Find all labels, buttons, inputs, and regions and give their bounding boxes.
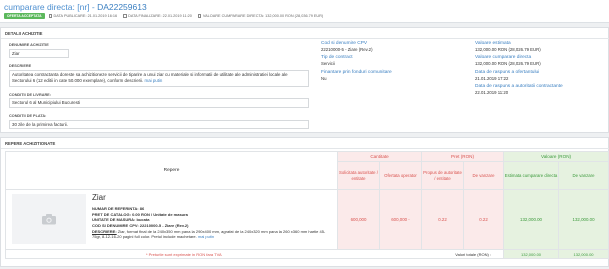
total-sale: 132,000.00 (558, 249, 609, 259)
total-est: 132,000.00 (503, 249, 560, 259)
value-est: 132,000.00 (503, 189, 560, 250)
ref-value: 86 (139, 206, 145, 212)
calendar-icon (48, 14, 53, 18)
desc-label: DESCRIERE: (92, 228, 117, 234)
item-cell: Ziar NUMAR DE REFERINTA: 86 PRET DE CATA… (5, 189, 338, 250)
totals-label-cell: * Preturile sunt exprimate in RON fara T… (4, 249, 505, 259)
desc-toggle-link[interactable]: mai putin (198, 234, 214, 239)
publish-date: DATA PUBLICARE: 21.01.2019 16:16 (48, 13, 118, 19)
catalog-value: 0.00 RON / Unitate de masura (132, 211, 188, 217)
details-middle: Cod si denumire CPV 22210000-5 - Ziare (… (321, 41, 461, 81)
contract-type-value: Servicii (321, 61, 335, 67)
qty-offered: 600,000 - (378, 189, 423, 250)
sub-estimata: Estimata cumparare directa (503, 161, 560, 190)
sub-vanzare-pret: De vanzare (463, 161, 505, 190)
unit-value: bucata (136, 217, 150, 223)
description-toggle-link[interactable]: mai putin (145, 78, 163, 83)
title-prefix: cumparare directa: [nr] - (4, 2, 98, 12)
direct-value-value: 132,000.00 RON (28,026.79 EUR) (475, 61, 541, 67)
item-name: Ziar (92, 193, 106, 202)
header-meta: OFERTA ACCEPTATA DATA PUBLICARE: 21.01.2… (4, 13, 329, 20)
name-label: DENUMIRE ACHIZITIE (9, 43, 49, 47)
payment-label: CONDITII DE PLATA: (9, 113, 47, 118)
status-badge: OFERTA ACCEPTATA (4, 13, 45, 20)
details-left: DENUMIRE ACHIZITIE Ziar DESCRIERE Autori… (9, 43, 309, 130)
totals-label: Valori totale (RON) : (455, 252, 492, 257)
estimated-value-text: VALOARE CUMPARARE DIRECTA: 132,000.00 RO… (202, 13, 324, 18)
table-row: Ziar NUMAR DE REFERINTA: 86 PRET DE CATA… (5, 189, 609, 250)
description-field: Autoritatea contractanta doreste sa achi… (9, 69, 309, 87)
divider (1, 148, 609, 149)
details-right: Valoare estimata 132,000.00 RON (28,026.… (475, 41, 607, 95)
page-header: cumparare directa: [nr] - DA22259613 OFE… (0, 0, 609, 23)
divider (1, 38, 609, 39)
item-image-placeholder (12, 194, 86, 244)
sub-vanzare-val: De vanzare (558, 161, 609, 190)
item-cpv-value: 22210000-5 - Ziare (Rev.2) (139, 222, 189, 228)
money-icon (197, 14, 202, 18)
payment-field: 30 zile de la primirea facturii. (9, 119, 309, 130)
details-section-title: DETALII ACHIZITIE (5, 31, 43, 36)
item-desc: DESCRIERE: Ziar, format final de la 240x… (92, 229, 332, 240)
delivery-field: Sectorul 6 al Municipiului Bucuresti (9, 98, 309, 108)
price-sale: 0.22 (463, 189, 505, 250)
title-code: DA22259613 (97, 2, 147, 12)
col-cantitate: Cantitate (336, 151, 423, 162)
eu-funds-value: Nu (321, 75, 327, 81)
page-title: cumparare directa: [nr] - DA22259613 (4, 2, 147, 13)
item-details: Ziar NUMAR DE REFERINTA: 86 PRET DE CATA… (92, 192, 332, 240)
price-footnote: * Preturile sunt exprimate in RON fara T… (146, 252, 222, 257)
totals-row: * Preturile sunt exprimate in RON fara T… (4, 249, 609, 259)
calendar-icon (123, 14, 127, 18)
est-value-value: 132,000.00 RON (28,026.79 EUR) (475, 46, 541, 52)
estimated-value: VALOARE CUMPARARE DIRECTA: 132,000.00 RO… (197, 13, 324, 19)
catalog-label: PRET DE CATALOG: (92, 211, 131, 217)
item-cpv-label: COD SI DENUMIRE CPV: (92, 222, 139, 228)
col-valoare: Valoare (RON) (503, 151, 609, 162)
ref-label: NUMAR DE REFERINTA: (92, 206, 139, 212)
offer-date-value: 21.01.2019 17:22 (475, 75, 509, 81)
sub-propus: Propus de autoritate / entitate (421, 161, 465, 190)
name-field: Ziar (9, 48, 69, 59)
sub-ofertata: Ofertata operator (378, 161, 423, 190)
publish-date-text: DATA PUBLICARE: 21.01.2019 16:16 (53, 13, 118, 18)
price-proposed: 0.22 (421, 189, 465, 250)
finalize-date: DATA FINALIZARE: 22.01.2019 11:20 (123, 14, 192, 19)
items-card: REPERE ACHIZITIONATE Repere Cantitate Pr… (0, 137, 609, 267)
authority-date-value: 22.01.2019 11:20 (475, 90, 509, 96)
items-table: Repere Cantitate Pret (RON) Valoare (RON… (4, 151, 609, 259)
description-label: DESCRIERE (9, 64, 32, 69)
unit-label: UNITATE DE MASURA: (92, 217, 136, 223)
camera-icon (42, 214, 56, 225)
sub-solicitata: Solicitata autoritate / entitate (337, 161, 380, 190)
items-section-title: REPERE ACHIZITIONATE (5, 141, 56, 146)
value-sale: 132,000.00 (558, 189, 609, 250)
table-header-row: Repere Cantitate Pret (RON) Valoare (RON… (5, 151, 609, 190)
cpv-value: 22210000-5 - Ziare (Rev.2) (321, 46, 373, 52)
delivery-label: CONDITII DE LIVRARE: (9, 92, 51, 97)
details-card: DETALII ACHIZITIE DENUMIRE ACHIZITIE Zia… (0, 27, 609, 133)
finalize-date-text: DATA FINALIZARE: 22.01.2019 11:20 (128, 13, 192, 18)
col-repere: Repere (5, 151, 338, 190)
qty-requested: 600,000 (337, 189, 380, 250)
col-pret: Pret (RON) (421, 151, 505, 162)
